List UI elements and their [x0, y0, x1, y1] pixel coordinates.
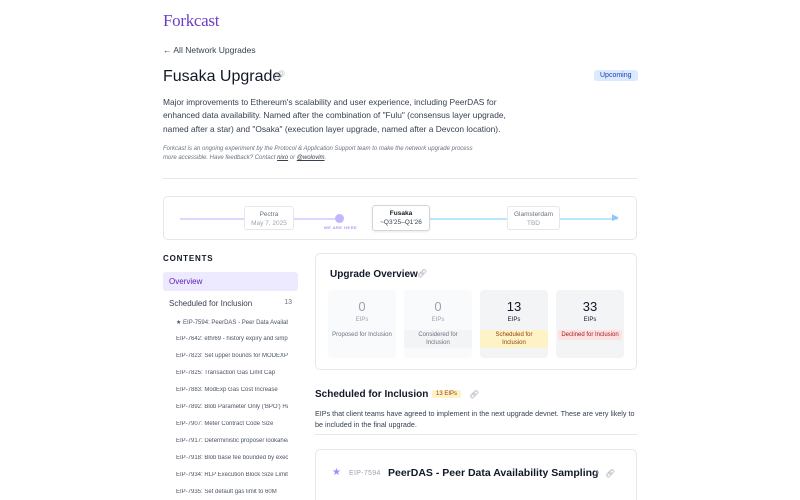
- current-position-dot: [335, 214, 344, 223]
- brand-logo[interactable]: Forkcast: [163, 11, 219, 31]
- upgrade-description: Major improvements to Ethereum's scalabi…: [163, 97, 506, 134]
- divider: [315, 434, 637, 435]
- link-icon[interactable]: 🔗︎: [417, 269, 427, 278]
- link-icon[interactable]: 🔗︎: [273, 71, 286, 82]
- arrow-right-icon: ▶: [612, 212, 619, 222]
- contact-link-wolovim[interactable]: @wolovim: [297, 155, 325, 161]
- feedback-note: Forkcast is an ongoing experiment by the…: [163, 146, 473, 161]
- toc-count: 13: [284, 299, 292, 306]
- scheduled-section-title: Scheduled for Inclusion: [315, 389, 429, 400]
- eip-number: EIP-7594: [349, 470, 381, 477]
- link-icon[interactable]: 🔗︎: [469, 390, 479, 399]
- eip-count-badge: 13 EIPs: [432, 390, 462, 398]
- timeline-node-glamsterdam[interactable]: Glamsterdam TBD: [507, 206, 560, 230]
- toc-eip-item[interactable]: EIP-7883: ModExp Gas Cost Increase: [176, 387, 288, 393]
- scheduled-section-description: EIPs that client teams have agreed to im…: [315, 409, 635, 429]
- eip-card: ★ EIP-7594 PeerDAS - Peer Data Availabil…: [315, 449, 637, 500]
- link-icon[interactable]: 🔗︎: [605, 469, 615, 478]
- timeline-node-pectra[interactable]: Pectra May 7, 2025: [244, 206, 294, 230]
- stat-declined[interactable]: 33 EIPs Declined for Inclusion: [556, 290, 624, 358]
- toc-eip-item[interactable]: EIP-7823: Set upper bounds for MODEXP: [176, 353, 288, 359]
- upgrade-timeline: ▶ Pectra May 7, 2025 WE ARE HERE Fusaka …: [163, 196, 637, 240]
- toc-eip-item[interactable]: EIP-7907: Meter Contract Code Size: [176, 421, 288, 427]
- external-link-icon[interactable]: ↗: [593, 469, 600, 478]
- page-title: Fusaka Upgrade: [163, 68, 282, 85]
- stat-proposed: 0 EIPs Proposed for Inclusion: [328, 290, 396, 358]
- star-icon: ★: [332, 467, 341, 478]
- toc-eip-item[interactable]: EIP-7825: Transaction Gas Limit Cap: [176, 370, 288, 376]
- upgrade-overview-card: Upgrade Overview 🔗︎ 0 EIPs Proposed for …: [315, 253, 637, 370]
- toc-item-overview[interactable]: Overview: [163, 272, 298, 291]
- contact-link-nixo[interactable]: nixo: [277, 155, 288, 161]
- toc-eip-item[interactable]: EIP-7918: Blob base fee bounded by execu…: [176, 455, 288, 461]
- we-are-here-label: WE ARE HERE: [324, 225, 358, 230]
- back-link[interactable]: ← All Network Upgrades: [163, 45, 256, 55]
- timeline-node-fusaka[interactable]: Fusaka ~Q3'25–Q1'26: [372, 205, 430, 231]
- toc-eip-item[interactable]: ★ EIP-7594: PeerDAS - Peer Data Availabi…: [176, 319, 288, 326]
- toc-eip-item[interactable]: EIP-7642: eth/69 - history expiry and si…: [176, 336, 288, 342]
- stat-considered: 0 EIPs Considered for Inclusion: [404, 290, 472, 358]
- toc-eip-item[interactable]: EIP-7934: RLP Execution Block Size Limit: [176, 472, 288, 478]
- status-badge: Upcoming: [594, 70, 638, 81]
- toc-item-scheduled[interactable]: Scheduled for Inclusion 13: [169, 299, 292, 308]
- contents-heading: CONTENTS: [163, 254, 214, 263]
- stat-scheduled[interactable]: 13 EIPs Scheduled for Inclusion: [480, 290, 548, 358]
- overview-title: Upgrade Overview: [330, 269, 418, 280]
- toc-eip-item[interactable]: EIP-7892: Blob Parameter Only ('BPO') Ha…: [176, 404, 288, 410]
- toc-eip-item[interactable]: EIP-7917: Deterministic proposer lookahe…: [176, 438, 288, 444]
- toc-eip-item[interactable]: EIP-7935: Set default gas limit to 60M: [176, 489, 288, 495]
- eip-title: PeerDAS - Peer Data Availability Samplin…: [388, 467, 599, 479]
- divider: [163, 178, 637, 179]
